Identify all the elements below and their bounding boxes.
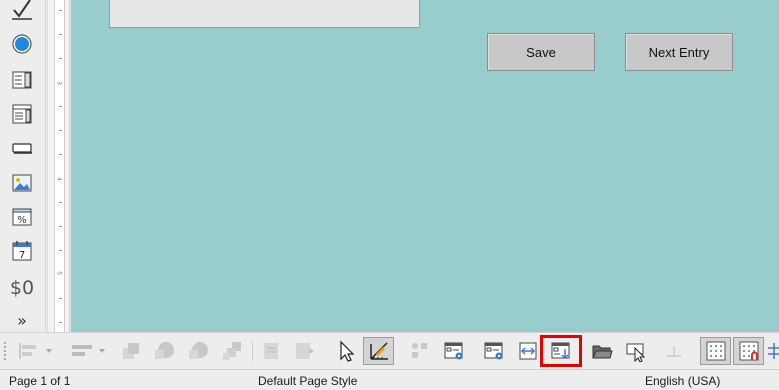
- ruler-tick: [59, 250, 62, 251]
- more-controls-button[interactable]: »: [9, 307, 35, 333]
- ruler-number: 4: [55, 177, 62, 181]
- check-box-icon: [12, 0, 32, 20]
- ruler-tick: [59, 130, 62, 131]
- align-left-icon: [19, 343, 52, 359]
- helplines-while-moving-icon: [768, 343, 779, 359]
- control-wizards-button[interactable]: [406, 337, 434, 365]
- exit-group-icon: [296, 343, 314, 359]
- page-style[interactable]: Default Page Style: [258, 374, 357, 388]
- ruler-tick: [59, 34, 62, 35]
- form-document-area[interactable]: Save Next Entry: [71, 0, 779, 332]
- ruler-tick: [59, 226, 62, 227]
- bring-to-front-icon: [123, 343, 139, 359]
- display-grid-icon: [706, 341, 725, 361]
- currency-field-icon: $0: [9, 276, 35, 299]
- control-properties-icon: [444, 342, 463, 360]
- option-button-icon: [12, 34, 32, 54]
- select-icon: [340, 340, 355, 362]
- ungroup-button[interactable]: [218, 337, 246, 365]
- ruler-tick: [59, 202, 62, 203]
- push-button-button[interactable]: [9, 135, 35, 161]
- combo-box-icon: [12, 104, 32, 124]
- position-and-size-button[interactable]: [660, 337, 688, 365]
- form-properties-icon: [484, 342, 503, 360]
- form-properties-button[interactable]: [480, 337, 508, 365]
- page-count[interactable]: Page 1 of 1: [9, 374, 70, 388]
- position-and-size-icon: [667, 346, 681, 357]
- add-field-icon: [551, 342, 570, 360]
- display-grid-button[interactable]: [700, 337, 731, 365]
- snap-to-grid-button[interactable]: [733, 337, 764, 365]
- automatic-control-focus-button[interactable]: [622, 337, 650, 365]
- list-box-button[interactable]: [9, 67, 35, 93]
- exit-group-button[interactable]: [290, 337, 318, 365]
- form-controls-sidebar: % 7 $0 »: [0, 0, 46, 332]
- align-button[interactable]: [12, 337, 58, 365]
- design-mode-icon: [369, 342, 388, 360]
- text-input-field[interactable]: [109, 0, 420, 28]
- language[interactable]: English (USA): [645, 374, 720, 388]
- snap-to-grid-icon: [739, 341, 758, 361]
- check-box-button[interactable]: [9, 0, 35, 22]
- control-properties-button[interactable]: [440, 337, 468, 365]
- select-button[interactable]: [332, 337, 360, 365]
- open-in-design-mode-button[interactable]: [588, 337, 616, 365]
- form-navigator-icon: [519, 342, 537, 360]
- add-field-button[interactable]: [540, 335, 582, 367]
- design-mode-button[interactable]: [363, 337, 394, 365]
- date-field-button[interactable]: 7: [9, 238, 35, 264]
- ruler-tick: [59, 106, 62, 107]
- toolbar-grip[interactable]: [3, 341, 7, 361]
- svg-text:%: %: [17, 215, 27, 226]
- group-icon: [189, 342, 208, 359]
- ruler-tick: [59, 154, 62, 155]
- form-navigator-button[interactable]: [514, 337, 542, 365]
- ruler-strip: 3 4 5: [54, 0, 65, 332]
- formatted-field-icon: %: [12, 208, 32, 226]
- open-in-design-mode-icon: [592, 345, 613, 359]
- status-bar: Page 1 of 1 Default Page Style English (…: [0, 369, 779, 390]
- ungroup-icon: [223, 342, 241, 360]
- image-button-icon: [12, 174, 32, 192]
- date-field-label: 7: [19, 250, 25, 261]
- list-box-icon: [12, 71, 32, 89]
- image-button-button[interactable]: [9, 170, 35, 196]
- ruler-number: 5: [55, 271, 62, 275]
- vertical-ruler[interactable]: 3 4 5: [47, 0, 70, 332]
- toolbar-separator: [252, 341, 253, 361]
- form-design-toolbar: [0, 332, 779, 369]
- enter-group-icon: [264, 343, 278, 359]
- group-button[interactable]: [184, 337, 212, 365]
- control-wizards-icon: [412, 343, 427, 358]
- date-field-icon: 7: [12, 241, 32, 261]
- ruler-tick: [59, 58, 62, 59]
- ruler-number: 3: [55, 81, 62, 85]
- align-objects-button[interactable]: [64, 337, 112, 365]
- helplines-while-moving-button[interactable]: [766, 337, 779, 365]
- automatic-control-focus-icon: [626, 343, 646, 362]
- save-button[interactable]: Save: [487, 33, 595, 71]
- enter-group-button[interactable]: [258, 337, 286, 365]
- formatted-field-button[interactable]: %: [9, 204, 35, 230]
- align-objects-icon: [72, 345, 105, 356]
- bring-to-front-button[interactable]: [118, 337, 146, 365]
- send-to-back-icon: [155, 342, 174, 359]
- more-controls-icon: »: [17, 310, 27, 330]
- option-button-button[interactable]: [9, 31, 35, 57]
- ruler-tick: [59, 10, 62, 11]
- next-entry-button[interactable]: Next Entry: [625, 33, 733, 71]
- ruler-tick: [59, 322, 62, 323]
- send-to-back-button[interactable]: [150, 337, 178, 365]
- ruler-tick: [59, 298, 62, 299]
- currency-field-button[interactable]: $0: [9, 275, 35, 301]
- combo-box-button[interactable]: [9, 101, 35, 127]
- push-button-icon: [12, 143, 32, 154]
